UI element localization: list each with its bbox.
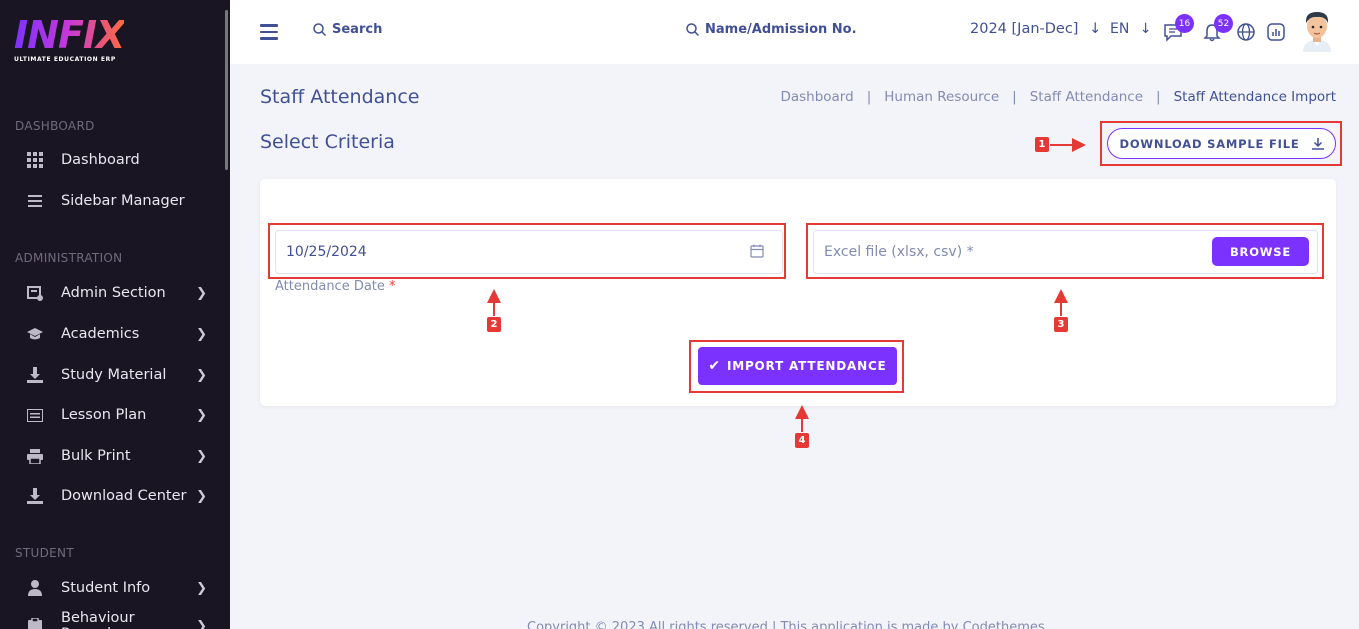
arrow-down-icon: ↓ bbox=[1089, 21, 1102, 37]
download-icon bbox=[26, 487, 44, 505]
chevron-right-icon: ❯ bbox=[196, 580, 207, 596]
sidebar-item-label: Bulk Print bbox=[61, 448, 131, 464]
sidebar-item-student-info[interactable]: Student Info ❯ bbox=[0, 571, 225, 605]
chevron-right-icon: ❯ bbox=[196, 618, 207, 629]
student-search-label: Name/Admission No. bbox=[705, 22, 857, 37]
annotation-number-2: 2 bbox=[487, 317, 501, 332]
sidebar-item-sidebar-manager[interactable]: Sidebar Manager bbox=[0, 184, 225, 218]
sidebar-item-academics[interactable]: Academics ❯ bbox=[0, 317, 225, 351]
language-selector[interactable]: EN ↓ bbox=[1110, 21, 1152, 37]
download-icon bbox=[26, 366, 44, 384]
sidebar-item-label: Download Center bbox=[61, 488, 187, 504]
print-icon bbox=[26, 447, 44, 465]
annotation-box-2 bbox=[268, 223, 786, 279]
clipboard-icon bbox=[26, 617, 44, 629]
chevron-right-icon: ❯ bbox=[196, 448, 207, 464]
search-label: Search bbox=[332, 22, 383, 37]
criteria-title: Select Criteria bbox=[260, 131, 395, 153]
sidebar-item-lesson-plan[interactable]: Lesson Plan ❯ bbox=[0, 398, 225, 432]
sidebar-item-behaviour-records[interactable]: Behaviour Records ❯ bbox=[0, 609, 225, 629]
annotation-box-4 bbox=[689, 340, 904, 393]
annotation-number-4: 4 bbox=[795, 433, 809, 448]
breadcrumb-dashboard[interactable]: Dashboard bbox=[780, 89, 853, 105]
breadcrumb: Dashboard | Human Resource | Staff Atten… bbox=[780, 89, 1336, 105]
annotation-box-3 bbox=[806, 223, 1324, 279]
annotation-box-1 bbox=[1100, 121, 1342, 166]
footer-copyright: Copyright © 2023 All rights reserved | T… bbox=[527, 620, 1045, 629]
chevron-right-icon: ❯ bbox=[196, 407, 207, 423]
chevron-right-icon: ❯ bbox=[196, 285, 207, 301]
sidebar-item-download-center[interactable]: Download Center ❯ bbox=[0, 479, 225, 513]
sidebar-item-dashboard[interactable]: Dashboard bbox=[0, 143, 225, 177]
breadcrumb-separator: | bbox=[1012, 89, 1017, 105]
arrow-down-icon: ↓ bbox=[1139, 21, 1152, 37]
chevron-right-icon: ❯ bbox=[196, 326, 207, 342]
annotation-number-3: 3 bbox=[1054, 317, 1068, 332]
page-title: Staff Attendance bbox=[260, 86, 420, 108]
sidebar-item-label: Academics bbox=[61, 326, 140, 342]
section-title-dashboard: DASHBOARD bbox=[15, 119, 95, 133]
attendance-date-label: Attendance Date * bbox=[275, 279, 396, 294]
breadcrumb-separator: | bbox=[1156, 89, 1161, 105]
sidebar-item-admin-section[interactable]: Admin Section ❯ bbox=[0, 276, 225, 310]
search-icon bbox=[686, 23, 699, 36]
sidebar-scrollbar[interactable] bbox=[225, 10, 228, 170]
bars-icon bbox=[26, 192, 44, 210]
annotation-number-1: 1 bbox=[1035, 137, 1049, 152]
graduation-cap-icon bbox=[26, 325, 44, 343]
attendance-date-label-text: Attendance Date bbox=[275, 279, 385, 294]
avatar[interactable] bbox=[1301, 10, 1333, 52]
logo-text: INFIX bbox=[14, 13, 125, 57]
breadcrumb-human-resource[interactable]: Human Resource bbox=[884, 89, 999, 105]
globe-icon[interactable] bbox=[1236, 22, 1258, 44]
sidebar-item-label: Behaviour Records bbox=[61, 610, 135, 629]
sidebar-item-label: Student Info bbox=[61, 580, 151, 596]
required-mark: * bbox=[389, 279, 396, 294]
search-icon bbox=[313, 23, 326, 36]
notification-count-badge: 52 bbox=[1214, 14, 1233, 33]
chevron-right-icon: ❯ bbox=[196, 488, 207, 504]
chat-count-badge: 16 bbox=[1175, 14, 1194, 33]
chevron-right-icon: ❯ bbox=[196, 367, 207, 383]
sidebar-item-bulk-print[interactable]: Bulk Print ❯ bbox=[0, 439, 225, 473]
logo[interactable]: INFIX ULTIMATE EDUCATION ERP bbox=[14, 13, 125, 63]
sidebar: INFIX ULTIMATE EDUCATION ERP DASHBOARD D… bbox=[0, 0, 230, 629]
bell-icon[interactable]: 52 bbox=[1202, 14, 1233, 44]
sidebar-item-label: Lesson Plan bbox=[61, 407, 147, 423]
sidebar-item-study-material[interactable]: Study Material ❯ bbox=[0, 358, 225, 392]
stats-icon[interactable] bbox=[1266, 22, 1288, 44]
search-button[interactable]: Search bbox=[313, 22, 382, 37]
section-title-student: STUDENT bbox=[15, 546, 74, 560]
sidebar-item-label: Dashboard bbox=[61, 152, 140, 168]
breadcrumb-staff-attendance[interactable]: Staff Attendance bbox=[1030, 89, 1143, 105]
grid-icon bbox=[26, 151, 44, 169]
list-icon bbox=[26, 406, 44, 424]
section-title-administration: ADMINISTRATION bbox=[15, 251, 123, 265]
session-selector[interactable]: 2024 [Jan-Dec] ↓ bbox=[970, 21, 1101, 37]
user-icon bbox=[26, 579, 44, 597]
sidebar-item-label: Sidebar Manager bbox=[61, 193, 185, 209]
session-value: 2024 [Jan-Dec] bbox=[970, 21, 1079, 37]
student-search-input[interactable]: Name/Admission No. bbox=[686, 22, 857, 37]
sidebar-item-label: Study Material bbox=[61, 367, 167, 383]
language-value: EN bbox=[1110, 21, 1130, 37]
top-bar: Search Name/Admission No. 2024 [Jan-Dec]… bbox=[230, 0, 1359, 64]
logo-subtitle: ULTIMATE EDUCATION ERP bbox=[14, 56, 116, 63]
chat-icon[interactable]: 16 bbox=[1163, 14, 1194, 44]
sidebar-item-label: Admin Section bbox=[61, 285, 166, 301]
breadcrumb-current: Staff Attendance Import bbox=[1173, 89, 1336, 105]
hamburger-menu-icon[interactable] bbox=[260, 24, 278, 40]
breadcrumb-separator: | bbox=[866, 89, 872, 105]
admin-icon bbox=[26, 284, 44, 302]
